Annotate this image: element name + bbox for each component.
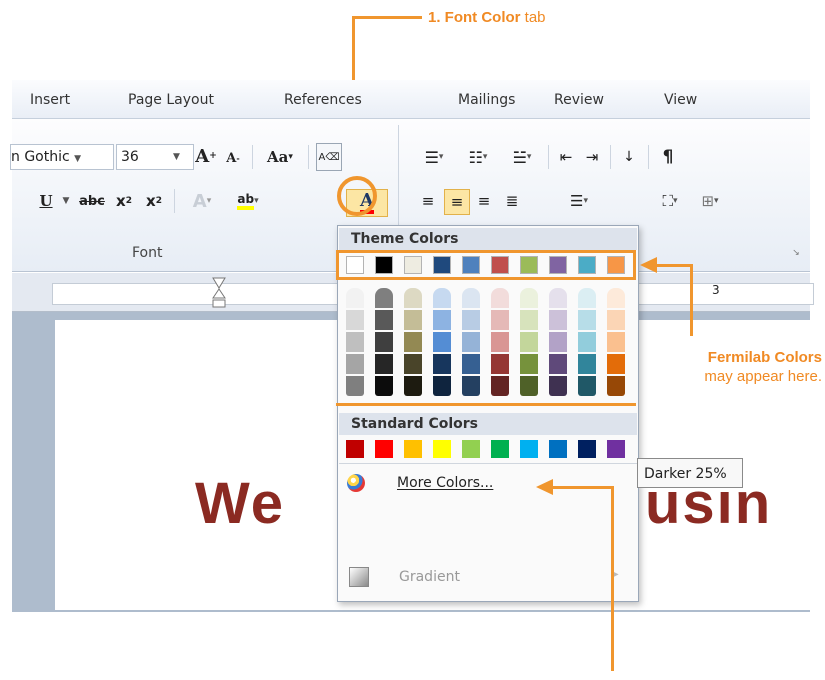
sort-icon[interactable]: ↓ — [616, 145, 642, 169]
numbering-icon[interactable]: ☷ ▾ — [460, 145, 496, 169]
shading-icon[interactable]: ⛶ ▾ — [652, 189, 688, 213]
theme-area-highlight — [336, 278, 636, 406]
more-colors-label: More Colors... — [397, 475, 494, 491]
dialog-launcher-icon[interactable]: ↘ — [790, 247, 802, 259]
decrease-indent-icon[interactable]: ⇤ — [554, 145, 578, 169]
standard-color-swatch[interactable] — [404, 440, 422, 458]
chevron-down-icon: ▼ — [74, 154, 82, 164]
grow-font-icon[interactable]: A + — [194, 144, 218, 168]
standard-color-swatch[interactable] — [462, 440, 480, 458]
font-color-dropdown: Theme Colors Standard Colors More Colors… — [336, 225, 639, 602]
annotation-line — [552, 486, 614, 489]
separator — [648, 145, 649, 169]
annotation-bold: 1. Font Color — [428, 9, 521, 26]
bullets-icon[interactable]: ☰ ▾ — [416, 145, 452, 169]
standard-color-swatch[interactable] — [549, 440, 567, 458]
align-left-icon[interactable]: ≡ — [416, 189, 440, 213]
annotation-line — [656, 264, 692, 267]
fermilab-annotation: Fermilab Colors may appear here. — [652, 348, 822, 386]
annotation-line — [611, 486, 614, 671]
tab-page-layout[interactable]: Page Layout — [128, 92, 214, 108]
justify-icon[interactable]: ≣ — [500, 189, 524, 213]
annotation-line — [690, 264, 693, 336]
standard-color-swatch[interactable] — [607, 440, 625, 458]
tab-insert[interactable]: Insert — [30, 92, 70, 108]
standard-color-swatch[interactable] — [578, 440, 596, 458]
change-case-icon[interactable]: Aa ▾ — [260, 145, 300, 169]
text-effects-icon[interactable]: A ▾ — [182, 189, 222, 213]
gradient-item[interactable]: Gradient ▶ — [339, 563, 637, 593]
menu-divider — [339, 463, 637, 464]
separator — [252, 145, 253, 169]
line-spacing-icon[interactable]: ☰ ▾ — [562, 189, 596, 213]
strikethrough-icon[interactable]: abc — [76, 189, 108, 213]
pilcrow-icon[interactable]: ¶ — [656, 145, 680, 169]
document-text-left: We — [195, 471, 285, 536]
underline-icon[interactable]: U — [34, 189, 58, 213]
tab-review[interactable]: Review — [554, 92, 604, 108]
subscript-icon[interactable]: x2 — [112, 189, 136, 213]
align-right-icon[interactable]: ≡ — [472, 189, 496, 213]
separator — [174, 189, 175, 213]
annotation-rest: tab — [520, 9, 546, 26]
standard-color-swatch[interactable] — [491, 440, 509, 458]
ruler-mark: 3 — [712, 283, 720, 297]
tab-view[interactable]: View — [664, 92, 697, 108]
standard-color-swatch[interactable] — [520, 440, 538, 458]
font-name-combo[interactable]: n Gothic ▼ — [10, 144, 114, 170]
separator — [610, 145, 611, 169]
standard-color-swatch[interactable] — [375, 440, 393, 458]
font-group-label: Font — [132, 245, 163, 261]
gradient-label: Gradient — [399, 569, 460, 585]
chevron-down-icon: ▼ — [173, 152, 180, 162]
font-size-value: 36 — [121, 149, 139, 165]
separator — [548, 145, 549, 169]
indent-marker-icon[interactable] — [212, 277, 226, 309]
standard-color-swatch[interactable] — [346, 440, 364, 458]
increase-indent-icon[interactable]: ⇥ — [580, 145, 604, 169]
gradient-icon — [349, 567, 369, 587]
palette-icon — [347, 474, 365, 492]
arrow-left-icon — [640, 257, 657, 273]
theme-row-highlight — [336, 250, 636, 280]
more-colors-item[interactable]: More Colors... — [339, 469, 637, 499]
standard-color-swatch[interactable] — [433, 440, 451, 458]
arrow-left-icon — [536, 479, 553, 495]
font-size-combo[interactable]: 36 ▼ — [116, 144, 194, 170]
annotation-line — [352, 16, 422, 19]
font-color-tab-annotation: 1. Font Color tab — [428, 9, 546, 26]
font-name-value: n Gothic — [11, 149, 70, 165]
highlight-circle — [337, 176, 377, 216]
color-tooltip: Darker 25% — [637, 458, 743, 488]
shrink-font-icon[interactable]: A- — [222, 148, 244, 168]
clear-formatting-icon[interactable]: A⌫ — [316, 143, 342, 171]
chevron-down-icon[interactable]: ▼ — [60, 191, 72, 211]
tab-mailings[interactable]: Mailings — [458, 92, 515, 108]
ribbon-tab-bar: Insert Page Layout References Mailings R… — [12, 80, 810, 119]
annotation-bold: Fermilab Colors — [707, 349, 822, 366]
multilevel-list-icon[interactable]: ☱ ▾ — [504, 145, 540, 169]
highlight-icon[interactable]: ab ▾ — [228, 189, 268, 213]
separator — [308, 145, 309, 169]
superscript-icon[interactable]: x2 — [142, 189, 166, 213]
standard-colors-header: Standard Colors — [339, 413, 637, 435]
annotation-rest: may appear here. — [704, 368, 822, 385]
theme-colors-header: Theme Colors — [339, 228, 637, 250]
tab-references[interactable]: References — [284, 92, 362, 108]
borders-icon[interactable]: ⊞ ▾ — [692, 189, 728, 213]
align-center-icon[interactable]: ≡ — [444, 189, 470, 215]
